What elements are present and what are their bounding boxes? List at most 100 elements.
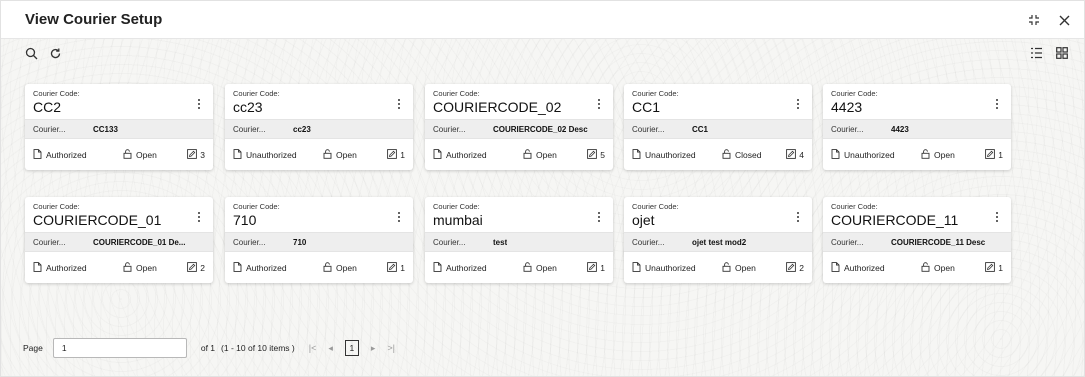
record-status: Open — [323, 261, 357, 274]
card-status-row: Unauthorized Open 1 — [823, 139, 1011, 170]
card-header: Courier Code: COURIERCODE_11 — [823, 197, 1011, 232]
more-actions-icon[interactable] — [394, 98, 404, 110]
record-status: Open — [722, 261, 756, 274]
courier-code-value: cc23 — [233, 99, 263, 115]
more-actions-icon[interactable] — [992, 98, 1002, 110]
courier-card[interactable]: Courier Code: COURIERCODE_01 Courier... COU… — [25, 197, 213, 283]
card-description-row: Courier... COURIERCODE_02 Desc — [425, 119, 613, 139]
courier-description-label: Courier... — [632, 237, 665, 247]
modification-count: 4 — [786, 148, 804, 161]
record-status-text: Open — [536, 149, 557, 160]
card-description-row: Courier... test — [425, 232, 613, 252]
authorization-status: Authorized — [233, 261, 287, 274]
edit-icon — [985, 261, 996, 274]
record-status: Open — [323, 148, 357, 161]
card-header: Courier Code: COURIERCODE_01 — [25, 197, 213, 232]
card-description-row: Courier... CC133 — [25, 119, 213, 139]
courier-card[interactable]: Courier Code: CC2 Courier... CC133 Authorize… — [25, 84, 213, 170]
authorization-status-text: Authorized — [246, 262, 287, 273]
modification-count-text: 4 — [799, 149, 804, 160]
authorization-status-text: Unauthorized — [645, 149, 696, 160]
more-actions-icon[interactable] — [594, 211, 604, 223]
courier-card[interactable]: Courier Code: 710 Courier... 710 Authorized O… — [225, 197, 413, 283]
modification-count: 1 — [387, 261, 405, 274]
previous-page-button[interactable]: ◂ — [328, 343, 333, 354]
authorization-status: Unauthorized — [632, 261, 696, 274]
card-status-row: Unauthorized Open 2 — [624, 252, 812, 283]
card-header: Courier Code: CC2 — [25, 84, 213, 119]
courier-description-label: Courier... — [233, 124, 266, 134]
authorization-status: Unauthorized — [233, 148, 297, 161]
courier-code-label: Courier Code: — [831, 202, 878, 211]
current-page-button[interactable]: 1 — [344, 340, 359, 356]
courier-code-label: Courier Code: — [33, 89, 80, 98]
first-page-button[interactable]: |< — [309, 343, 317, 353]
edit-icon — [387, 261, 398, 274]
courier-card[interactable]: Courier Code: cc23 Courier... cc23 Unauthori… — [225, 84, 413, 170]
card-description-row: Courier... cc23 — [225, 119, 413, 139]
record-status: Open — [921, 148, 955, 161]
toolbar — [23, 45, 63, 61]
courier-code-value: ojet — [632, 212, 655, 228]
authorization-status-text: Authorized — [46, 262, 87, 273]
refresh-icon[interactable] — [47, 45, 63, 61]
tile-view-icon[interactable] — [1054, 45, 1070, 61]
modification-count-text: 1 — [400, 262, 405, 273]
modification-count-text: 5 — [600, 149, 605, 160]
more-actions-icon[interactable] — [793, 98, 803, 110]
page-number-input[interactable] — [52, 338, 187, 358]
courier-description-value: ojet test mod2 — [692, 237, 747, 247]
courier-description-label: Courier... — [831, 237, 864, 247]
lock-icon — [523, 148, 532, 161]
courier-description-value: COURIERCODE_11 Desc — [891, 237, 986, 247]
authorization-status: Authorized — [433, 261, 487, 274]
record-status-text: Open — [336, 262, 357, 273]
lock-icon — [123, 261, 132, 274]
courier-description-label: Courier... — [233, 237, 266, 247]
more-actions-icon[interactable] — [194, 211, 204, 223]
authorization-status-text: Authorized — [446, 149, 487, 160]
modification-count-text: 1 — [998, 262, 1003, 273]
courier-card[interactable]: Courier Code: mumbai Courier... test Authori… — [425, 197, 613, 283]
modification-count-text: 2 — [200, 262, 205, 273]
record-status-text: Open — [735, 262, 756, 273]
card-status-row: Authorized Open 1 — [225, 252, 413, 283]
card-header: Courier Code: 4423 — [823, 84, 1011, 119]
next-page-button[interactable]: ▸ — [371, 343, 376, 354]
more-actions-icon[interactable] — [793, 211, 803, 223]
document-icon — [233, 148, 242, 161]
modification-count-text: 1 — [998, 149, 1003, 160]
courier-card[interactable]: Courier Code: ojet Courier... ojet test mod… — [624, 197, 812, 283]
card-status-row: Unauthorized Closed 4 — [624, 139, 812, 170]
document-icon — [433, 148, 442, 161]
more-actions-icon[interactable] — [194, 98, 204, 110]
modification-count: 2 — [786, 261, 804, 274]
record-status-text: Open — [934, 149, 955, 160]
last-page-button[interactable]: >| — [387, 343, 395, 353]
more-actions-icon[interactable] — [394, 211, 404, 223]
authorization-status: Authorized — [33, 261, 87, 274]
document-icon — [33, 261, 42, 274]
modification-count: 1 — [387, 148, 405, 161]
record-status-text: Open — [536, 262, 557, 273]
card-status-row: Authorized Open 5 — [425, 139, 613, 170]
record-status: Closed — [722, 148, 761, 161]
modification-count: 1 — [985, 148, 1003, 161]
more-actions-icon[interactable] — [992, 211, 1002, 223]
more-actions-icon[interactable] — [594, 98, 604, 110]
expand-icon[interactable] — [1026, 12, 1042, 28]
search-icon[interactable] — [23, 45, 39, 61]
modification-count-text: 3 — [200, 149, 205, 160]
card-status-row: Authorized Open 1 — [425, 252, 613, 283]
courier-description-label: Courier... — [33, 124, 66, 134]
close-icon[interactable] — [1056, 12, 1072, 28]
authorization-status: Authorized — [33, 148, 87, 161]
courier-card[interactable]: Courier Code: COURIERCODE_02 Courier... COU… — [425, 84, 613, 170]
list-view-icon[interactable] — [1028, 45, 1044, 61]
courier-card[interactable]: Courier Code: 4423 Courier... 4423 Unauthori… — [823, 84, 1011, 170]
courier-code-value: CC1 — [632, 99, 661, 115]
courier-description-label: Courier... — [33, 237, 66, 247]
courier-card[interactable]: Courier Code: COURIERCODE_11 Courier... COU… — [823, 197, 1011, 283]
courier-card[interactable]: Courier Code: CC1 Courier... CC1 Unauthorize… — [624, 84, 812, 170]
card-header: Courier Code: COURIERCODE_02 — [425, 84, 613, 119]
